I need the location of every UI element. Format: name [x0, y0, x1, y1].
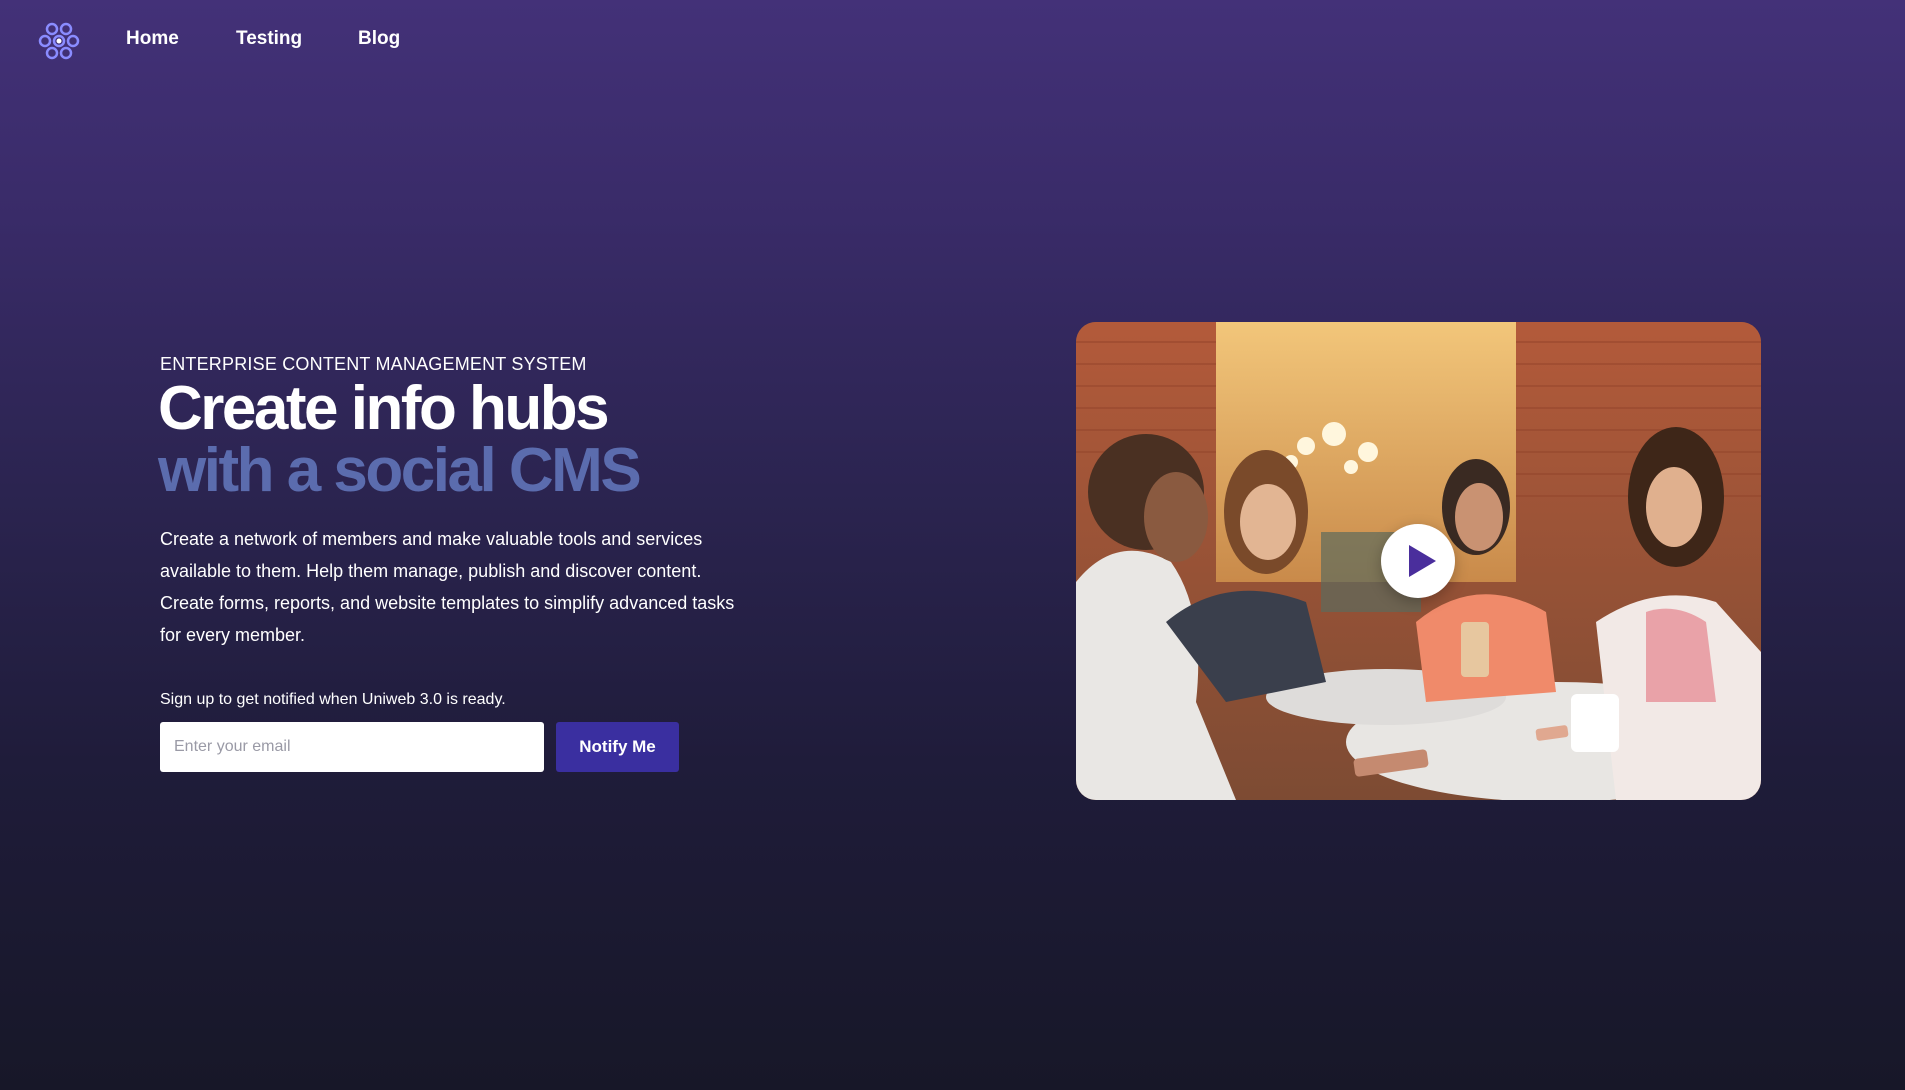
- headline-line-1: Create info hubs: [158, 374, 610, 443]
- nav-link-blog[interactable]: Blog: [358, 28, 400, 50]
- hero-eyebrow: ENTERPRISE CONTENT MANAGEMENT SYSTEM: [160, 354, 587, 374]
- email-input[interactable]: [160, 722, 544, 772]
- top-nav: Home Testing Blog: [0, 0, 1905, 80]
- nav-link-home[interactable]: Home: [126, 28, 179, 50]
- hero-description: Create a network of members and make val…: [160, 529, 735, 645]
- signup-text: Sign up to get notified when Uniweb 3.0 …: [160, 691, 506, 708]
- play-icon: [1409, 545, 1436, 577]
- headline-line-2: with a social CMS: [158, 436, 642, 505]
- play-button[interactable]: [1381, 524, 1455, 598]
- nav-link-testing[interactable]: Testing: [236, 28, 302, 50]
- video-thumbnail[interactable]: [1076, 322, 1761, 800]
- network-nodes-logo-icon[interactable]: [36, 18, 82, 64]
- notify-me-button[interactable]: Notify Me: [556, 722, 679, 772]
- hero-headline: Create info hubs with a social CMS: [158, 374, 642, 505]
